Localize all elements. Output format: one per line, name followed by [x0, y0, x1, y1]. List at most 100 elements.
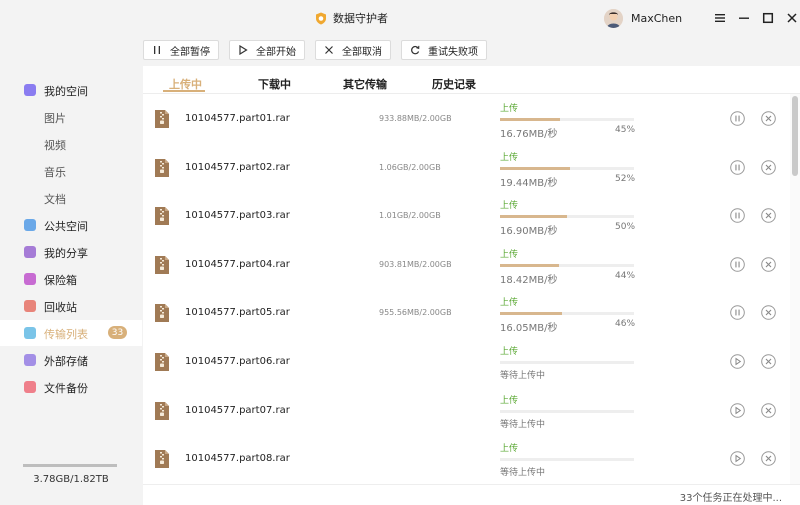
start-button[interactable] [730, 354, 745, 369]
tab-history[interactable]: 历史记录 [432, 76, 476, 92]
task-count-text: 33个任务正在处理中... [679, 493, 782, 504]
pause-icon [730, 111, 745, 129]
sidebar-item-label: 文档 [44, 193, 66, 206]
table-row[interactable]: 10104577.part07.rar 上传 等待上传中 [143, 387, 788, 436]
cancel-button[interactable] [761, 111, 776, 126]
status-footer: 33个任务正在处理中... [143, 484, 800, 505]
start-button[interactable] [730, 402, 745, 421]
sidebar-item-external-storage[interactable]: 外部存储 [0, 347, 142, 373]
file-name: 10104577.part07.rar [185, 404, 290, 416]
transfer-status: 上传 [500, 104, 519, 114]
sidebar-item-public-space[interactable]: 公共空间 [0, 212, 142, 238]
sidebar-item-label: 文件备份 [44, 382, 88, 395]
cancel-button[interactable] [761, 208, 776, 223]
transfer-status: 上传 [500, 347, 519, 357]
sidebar-item-recycle-bin[interactable]: 回收站 [0, 293, 142, 319]
archive-file-icon [155, 110, 169, 128]
table-row[interactable]: 10104577.part06.rar 上传 等待上传中 [143, 338, 788, 387]
cancel-button[interactable] [761, 402, 776, 421]
sidebar-item-videos[interactable]: 视频 [0, 131, 142, 157]
cancel-button[interactable] [761, 159, 776, 178]
table-row[interactable]: 10104577.part01.rar 933.88MB/2.00GB 上传 16.7… [143, 95, 788, 144]
file-size: 955.56MB/2.00GB [379, 308, 452, 318]
sidebar-item-my-share[interactable]: 我的分享 [0, 239, 142, 265]
transfer-status: 上传 [500, 152, 519, 163]
pause-button[interactable] [730, 208, 745, 223]
file-name: 10104577.part04.rar [185, 258, 290, 270]
cancel-button[interactable] [761, 305, 776, 321]
pause-icon [730, 159, 745, 178]
table-row[interactable]: 10104577.part02.rar 1.06GB/2.00GB 上传 19.44M… [143, 144, 788, 193]
active-tab-indicator [163, 90, 205, 92]
tab-downloading[interactable]: 下载中 [258, 76, 291, 92]
progress-percent: 44% [615, 270, 636, 281]
backup-icon [24, 381, 36, 393]
maximize-icon [762, 12, 774, 24]
pause-button[interactable] [730, 111, 745, 126]
title-bar: 数据守护者 MaxChen [0, 0, 800, 36]
retry-failed-label: 重试失败项 [428, 46, 478, 58]
sidebar-item-my-space[interactable]: 我的空间 [0, 77, 142, 103]
avatar-icon [604, 9, 623, 28]
progress-bar [500, 166, 634, 170]
file-size: 1.01GB/2.00GB [379, 211, 441, 221]
progress-bar [500, 215, 634, 219]
archive-file-icon [155, 450, 169, 469]
maximize-button[interactable] [762, 12, 774, 24]
progress-percent: 45% [615, 125, 636, 135]
cancel-button[interactable] [761, 451, 776, 466]
table-row[interactable]: 10104577.part05.rar 955.56MB/2.00GB 上传 16.0… [143, 289, 788, 338]
storage-usage-bar [23, 464, 117, 467]
sidebar-item-documents[interactable]: 文档 [0, 185, 142, 211]
pause-button[interactable] [730, 256, 745, 272]
file-name: 10104577.part03.rar [185, 210, 290, 222]
retry-failed-button[interactable]: 重试失败项 [401, 40, 487, 60]
transfer-status: 上传 [500, 298, 519, 309]
pause-button[interactable] [730, 305, 745, 321]
cancel-button[interactable] [761, 354, 776, 369]
cancel-icon [761, 402, 776, 421]
close-window-button[interactable] [786, 12, 798, 24]
hamburger-icon [715, 14, 725, 22]
avatar[interactable] [604, 9, 623, 28]
waiting-text: 等待上传中 [500, 419, 546, 430]
pause-button[interactable] [730, 159, 745, 178]
transfer-panel: 上传中 下载中 其它传输 历史记录 10104577.part01.rar 933… [143, 66, 800, 505]
pause-all-button[interactable]: 全部暂停 [143, 40, 219, 60]
menu-button[interactable] [714, 12, 726, 24]
sidebar-item-label: 我的分享 [44, 247, 88, 260]
sidebar-item-file-backup[interactable]: 文件备份 [0, 374, 142, 400]
folder-icon [24, 84, 36, 96]
progress-fill [500, 215, 567, 219]
start-all-button[interactable]: 全部开始 [229, 40, 305, 60]
progress-fill [500, 312, 562, 316]
pause-all-label: 全部暂停 [170, 46, 210, 58]
user-profile[interactable]: MaxChen [604, 9, 682, 28]
scrollbar-thumb[interactable] [792, 96, 798, 176]
play-icon [730, 402, 745, 421]
transfer-tabs: 上传中 下载中 其它传输 历史记录 [143, 66, 800, 94]
waiting-text: 等待上传中 [500, 371, 546, 381]
start-button[interactable] [730, 451, 745, 466]
sidebar-item-safe[interactable]: 保险箱 [0, 266, 142, 292]
minimize-button[interactable] [738, 12, 750, 24]
table-row[interactable]: 10104577.part08.rar 上传 等待上传中 [143, 435, 788, 484]
cancel-all-button[interactable]: 全部取消 [315, 40, 391, 60]
cancel-icon [761, 159, 776, 178]
sidebar-item-music[interactable]: 音乐 [0, 158, 142, 184]
storage-usage-text: 3.78GB/1.82TB [33, 474, 109, 485]
table-row[interactable]: 10104577.part03.rar 1.01GB/2.00GB 上传 16.90M… [143, 192, 788, 241]
progress-bar [500, 118, 634, 121]
sidebar-item-transfer-list[interactable]: 传输列表 33 [0, 320, 142, 346]
progress-percent: 46% [615, 319, 636, 330]
scrollbar[interactable] [790, 94, 800, 484]
progress-bar [500, 263, 634, 267]
toolbar: 全部暂停 全部开始 全部取消 重试失败项 [143, 40, 487, 60]
cancel-button[interactable] [761, 256, 776, 272]
tab-other-transfers[interactable]: 其它传输 [343, 76, 387, 92]
sidebar-item-label: 回收站 [44, 301, 77, 314]
transfer-status: 上传 [500, 201, 519, 212]
sidebar-item-images[interactable]: 图片 [0, 104, 142, 130]
progress-bar [500, 361, 634, 364]
table-row[interactable]: 10104577.part04.rar 903.81MB/2.00GB 上传 18.4… [143, 241, 788, 290]
